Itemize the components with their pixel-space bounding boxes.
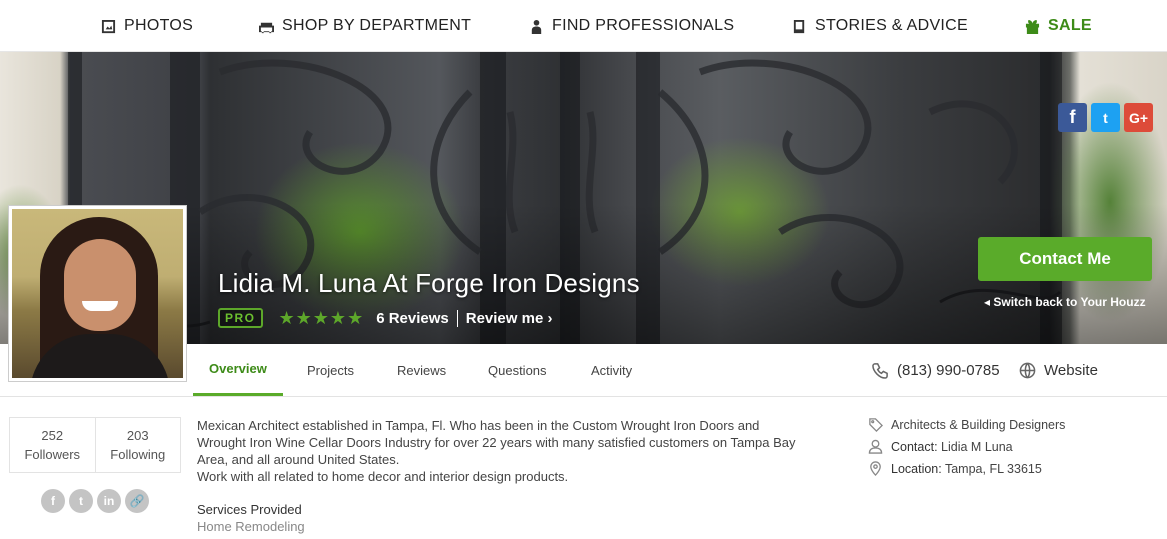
avatar-face (64, 239, 136, 331)
follow-stats: 252 Followers 203 Following (9, 417, 181, 473)
location-label: Location: (891, 461, 942, 476)
google-plus-share-button[interactable]: G+ (1124, 103, 1153, 132)
tab-activity[interactable]: Activity (591, 344, 632, 396)
rating-row: PRO ★★★★★ 6 Reviews Review me › (218, 307, 552, 329)
google-plus-icon: G+ (1128, 109, 1149, 126)
services-value: Home Remodeling (197, 519, 305, 534)
nav-shop-label: SHOP BY DEPARTMENT (282, 17, 472, 34)
avatar-photo (12, 209, 183, 378)
nav-stories-advice[interactable]: STORIES & ADVICE (792, 0, 968, 52)
about-line: Work with all related to home decor and … (197, 469, 569, 484)
switch-back-link[interactable]: ◂ Switch back to Your Houzz (984, 295, 1146, 309)
followers-stat[interactable]: 252 Followers (10, 418, 95, 472)
gift-icon (1025, 19, 1040, 34)
location-row: Location: Tampa, FL 33615 (868, 461, 1042, 476)
contact-me-button[interactable]: Contact Me (978, 237, 1152, 281)
link-icon[interactable]: 🔗 (125, 489, 149, 513)
following-stat[interactable]: 203 Following (94, 418, 181, 472)
avatar-smile (82, 301, 118, 311)
nav-photos[interactable]: PHOTOS (101, 0, 193, 52)
nav-photos-label: PHOTOS (124, 17, 194, 34)
twitter-icon: t (1103, 109, 1108, 126)
location-value: Tampa, FL 33615 (944, 461, 1042, 476)
review-me-link[interactable]: Review me › (466, 310, 553, 327)
category-row: Architects & Building Designers (868, 417, 1065, 432)
pro-badge: PRO (218, 308, 263, 328)
website-label: Website (1044, 361, 1098, 379)
tab-projects[interactable]: Projects (307, 344, 354, 396)
phone-number: (813) 990-0785 (897, 361, 1000, 379)
twitter-share-button[interactable]: t (1091, 103, 1120, 132)
twitter-icon[interactable]: t (69, 489, 93, 513)
facebook-share-button[interactable]: f (1058, 103, 1087, 132)
contact-value: Lidia M Luna (941, 439, 1013, 454)
share-buttons-bottom: f t in 🔗 (41, 489, 149, 513)
followers-count: 252 (41, 428, 64, 443)
followers-label: Followers (24, 447, 81, 462)
nav-find-professionals[interactable]: FIND PROFESSIONALS (529, 0, 734, 52)
services-title: Services Provided (197, 502, 302, 517)
contact-row: Contact: Lidia M Luna (868, 439, 1013, 454)
contact-label: Contact: (891, 439, 938, 454)
person-outline-icon (868, 439, 883, 454)
profile-avatar[interactable] (8, 205, 187, 382)
tab-questions[interactable]: Questions (488, 344, 547, 396)
profile-name: Lidia M. Luna At Forge Iron Designs (218, 268, 640, 298)
about-line: Wrought Iron Wine Cellar Doors Industry … (197, 435, 796, 450)
about-line: Area, and all around United States. (197, 452, 400, 467)
tab-reviews[interactable]: Reviews (397, 344, 446, 396)
nav-pros-label: FIND PROFESSIONALS (552, 17, 735, 34)
share-buttons-top: f t G+ (1058, 103, 1153, 132)
tag-icon (869, 418, 883, 432)
phone-link[interactable]: (813) 990-0785 (872, 344, 1000, 396)
person-icon (531, 19, 542, 34)
phone-icon (872, 362, 888, 379)
globe-icon (1019, 362, 1036, 378)
facebook-icon[interactable]: f (41, 489, 65, 513)
nav-sale[interactable]: SALE (1025, 0, 1092, 52)
nav-shop-by-department[interactable]: SHOP BY DEPARTMENT (259, 0, 471, 52)
website-link[interactable]: Website (1019, 344, 1098, 396)
star-rating: ★★★★★ (278, 307, 365, 328)
nav-stories-label: STORIES & ADVICE (815, 17, 968, 34)
category-text: Architects & Building Designers (891, 417, 1066, 432)
following-label: Following (110, 447, 166, 462)
photo-icon (101, 19, 116, 33)
about-line: Mexican Architect established in Tampa, … (197, 418, 760, 433)
book-icon (793, 19, 805, 33)
facebook-icon: f (1069, 107, 1076, 127)
linkedin-icon[interactable]: in (97, 489, 121, 513)
nav-sale-label: SALE (1048, 17, 1092, 34)
following-count: 203 (126, 428, 149, 443)
couch-icon (259, 22, 274, 33)
top-navigation: PHOTOS SHOP BY DEPARTMENT FIND PROFESSIO… (0, 0, 1167, 52)
reviews-count-link[interactable]: 6 Reviews (376, 309, 458, 327)
about-description: Mexican Architect established in Tampa, … (197, 417, 847, 485)
tab-overview[interactable]: Overview (193, 344, 283, 396)
location-pin-icon (870, 461, 881, 476)
